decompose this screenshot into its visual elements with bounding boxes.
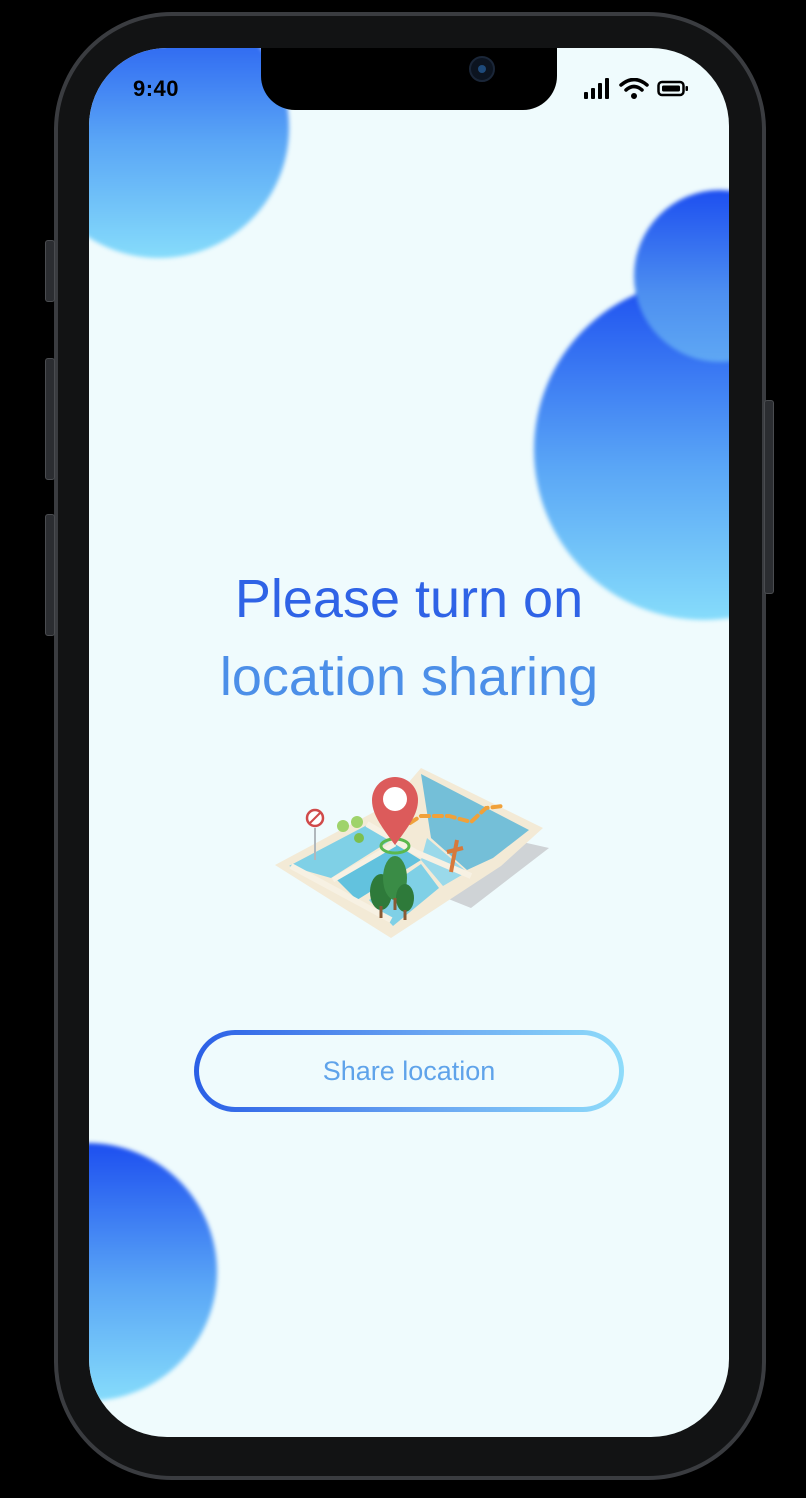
page-title: Please turn on location sharing — [89, 560, 729, 716]
notch — [261, 48, 557, 110]
share-location-button[interactable]: Share location — [194, 1030, 624, 1112]
headline-line-2: location sharing — [219, 647, 599, 707]
battery-icon — [657, 79, 689, 104]
app-screen: 9:40 Please turn on location sharing Sha… — [89, 48, 729, 1437]
status-time: 9:40 — [133, 76, 180, 101]
decor-blob-bottom-left — [89, 1143, 217, 1401]
decor-blob-top-left — [89, 48, 289, 258]
headline-line-1: Please turn on — [234, 569, 584, 629]
front-camera-icon — [469, 56, 495, 82]
map-location-illustration — [271, 748, 551, 948]
volume-up-button — [45, 358, 55, 480]
volume-down-button — [45, 514, 55, 636]
share-location-button-label: Share location — [199, 1035, 619, 1107]
wifi-icon — [619, 77, 649, 105]
power-button — [764, 400, 774, 594]
silent-switch — [45, 240, 55, 302]
cellular-signal-icon — [583, 78, 611, 105]
status-icons — [583, 77, 689, 105]
